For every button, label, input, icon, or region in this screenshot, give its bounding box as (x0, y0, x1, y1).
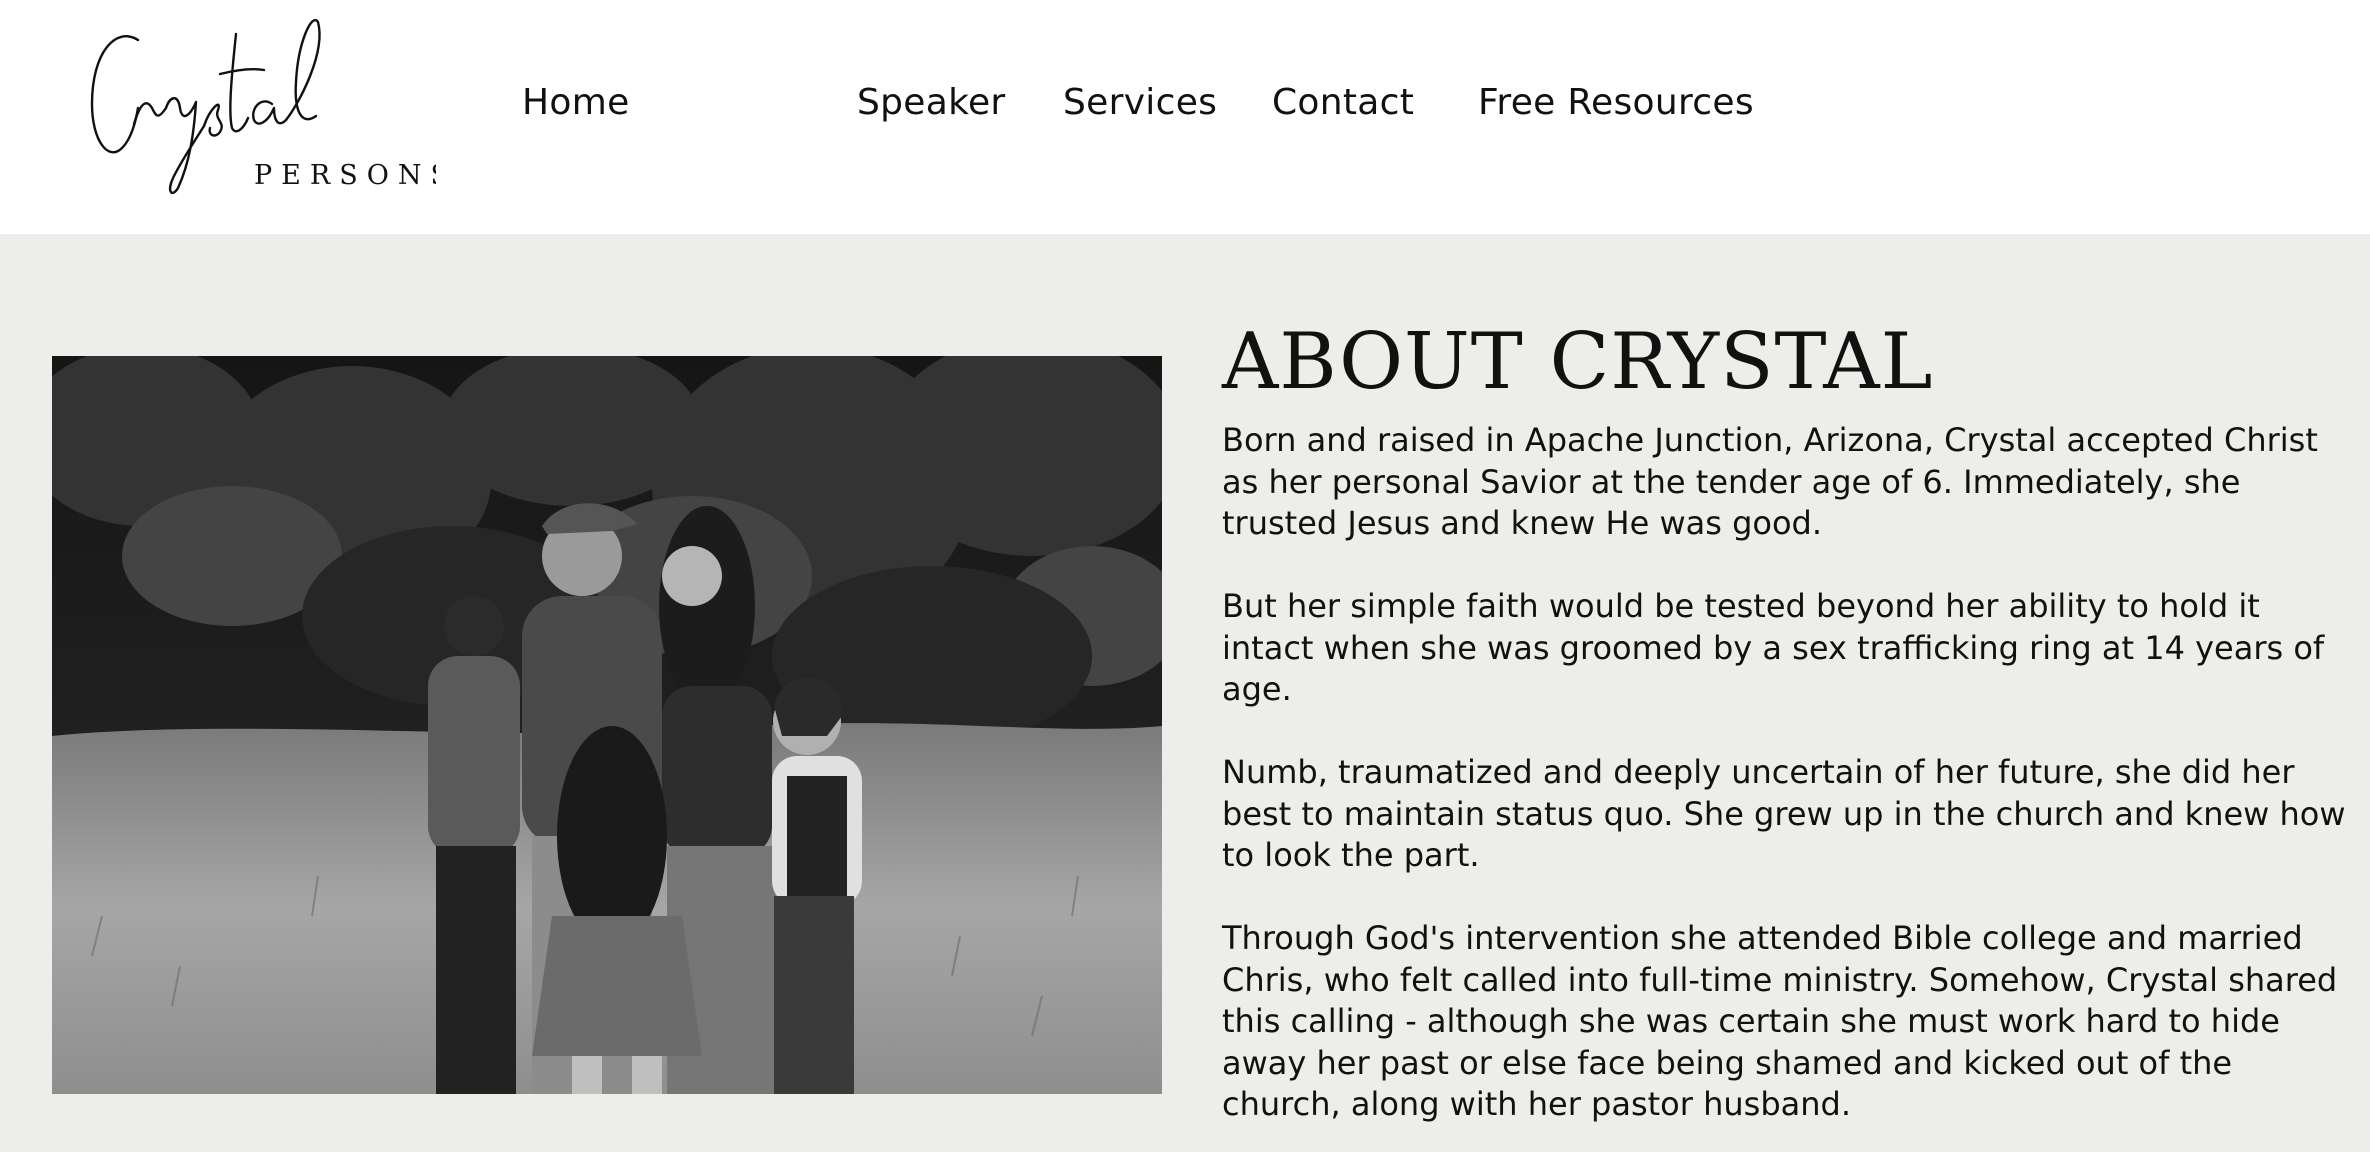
site-logo[interactable]: PERSONS (86, 12, 436, 198)
about-paragraph-4: Through God's intervention she attended … (1222, 919, 2338, 1123)
nav-speaker[interactable]: Speaker (857, 80, 1006, 126)
logo-mark: PERSONS (90, 18, 436, 195)
about-section: ABOUT CRYSTAL Born and raised in Apache … (0, 234, 2370, 1152)
about-body: Born and raised in Apache Junction, Ariz… (1222, 420, 2346, 1167)
nav-contact[interactable]: Contact (1272, 80, 1414, 126)
about-paragraph-3: Numb, traumatized and deeply uncertain o… (1222, 753, 2346, 874)
family-photo (52, 356, 1162, 1094)
nav-free-resources[interactable]: Free Resources (1478, 80, 1754, 126)
logo-subtext: PERSONS (254, 160, 436, 191)
about-paragraph-2: But her simple faith would be tested bey… (1222, 587, 2325, 708)
about-title: ABOUT CRYSTAL (1222, 317, 1934, 407)
site-header: PERSONS Home Speaker Services Contact Fr… (0, 0, 2370, 234)
nav-home[interactable]: Home (522, 80, 630, 126)
about-paragraph-1: Born and raised in Apache Junction, Ariz… (1222, 421, 2318, 542)
nav-services[interactable]: Services (1063, 80, 1217, 126)
